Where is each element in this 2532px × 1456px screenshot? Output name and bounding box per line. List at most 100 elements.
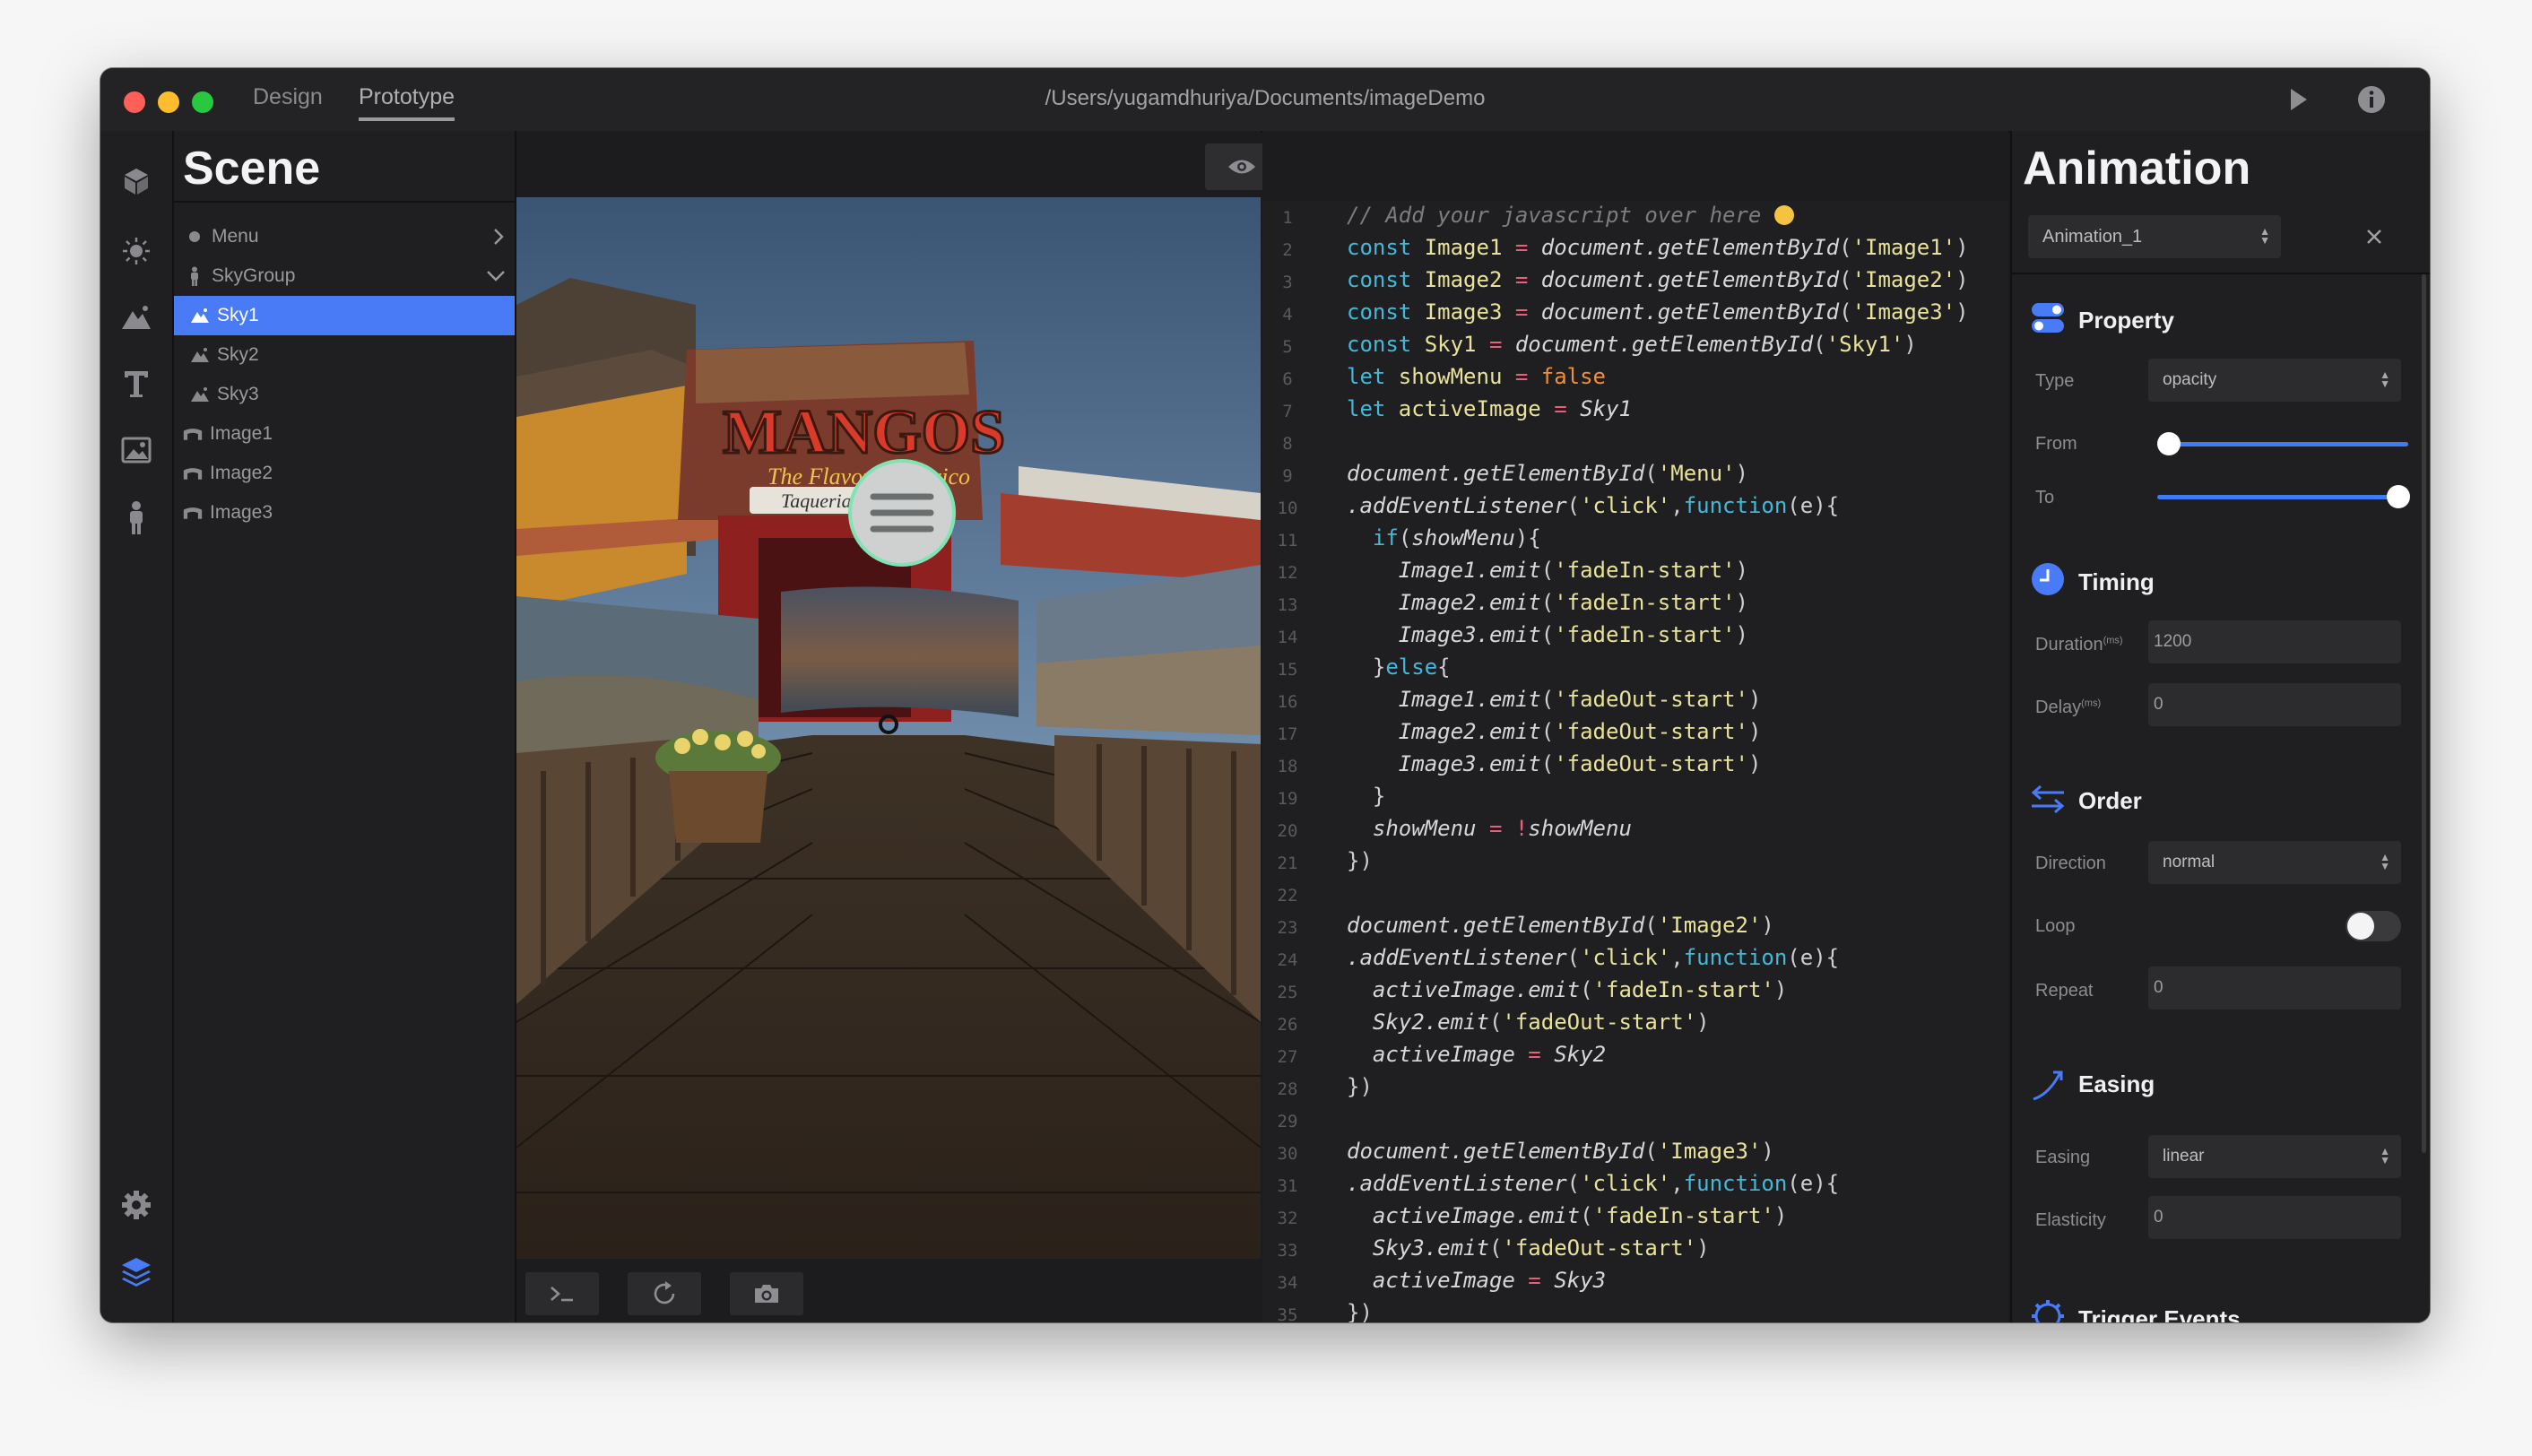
console-button[interactable] — [525, 1272, 599, 1315]
eye-icon — [1228, 160, 1255, 174]
settings-icon[interactable] — [117, 1185, 156, 1225]
line-number-gutter: 1 2 3 4 5 6 7 8 9 10 11 12 13 14 15 16 17 18 19 20 21 22 23 24 2… — [1262, 201, 1313, 1322]
person-icon[interactable] — [117, 498, 156, 538]
line-number: 34 — [1277, 1273, 1298, 1293]
tree-item-label: SkyGroup — [212, 265, 296, 286]
tool-rail — [100, 131, 174, 1322]
tree-item-menu[interactable]: Menu — [174, 217, 515, 256]
section-order: Order — [2078, 787, 2142, 814]
delay-input[interactable]: 0 — [2148, 683, 2401, 726]
screenshot-button[interactable] — [730, 1272, 803, 1315]
section-property: Property — [2078, 307, 2174, 334]
line-number: 5 — [1282, 337, 1293, 357]
duration-unit: (ms) — [2103, 635, 2123, 646]
line-number: 23 — [1277, 918, 1298, 938]
sun-icon[interactable] — [117, 231, 156, 271]
tree-item-sky3[interactable]: Sky3 — [174, 375, 515, 414]
line-number: 31 — [1277, 1176, 1298, 1196]
elasticity-label: Elasticity — [2035, 1210, 2106, 1230]
animation-title: Animation — [2023, 143, 2251, 195]
easing-value: linear — [2163, 1147, 2205, 1166]
chevron-right-icon[interactable] — [491, 228, 506, 246]
tree-item-label: Sky3 — [217, 384, 259, 404]
line-number: 1 — [1282, 208, 1293, 228]
divider — [2012, 273, 2430, 274]
line-number: 17 — [1277, 724, 1298, 744]
to-slider-knob[interactable] — [2387, 485, 2410, 508]
close-icon[interactable] — [2365, 228, 2383, 246]
scrollbar[interactable] — [2422, 274, 2426, 1153]
mountain-icon[interactable] — [117, 298, 156, 337]
from-slider[interactable] — [2157, 432, 2408, 455]
editor-header — [1262, 131, 2008, 201]
sign-text: MANGOS — [723, 398, 1005, 467]
text-icon[interactable] — [117, 364, 156, 403]
line-number: 3 — [1282, 273, 1293, 292]
cube-icon[interactable] — [117, 161, 156, 201]
camera-icon — [755, 1285, 778, 1303]
tree-item-image1[interactable]: Image1 — [174, 414, 515, 454]
delay-label: Delay(ms) — [2035, 698, 2102, 717]
tree-item-label: Image2 — [210, 463, 273, 483]
terminal-icon — [551, 1287, 573, 1302]
tree-item-sky2[interactable]: Sky2 — [174, 335, 515, 375]
file-path: /Users/yugamdhuriya/Documents/imageDemo — [1045, 86, 1486, 110]
chevron-down-icon[interactable] — [486, 269, 506, 283]
line-number: 18 — [1277, 757, 1298, 776]
tree-item-label: Image3 — [210, 502, 273, 523]
animation-select[interactable]: Animation_1 ▲ ▼ — [2028, 215, 2281, 258]
to-label: To — [2035, 488, 2055, 507]
duration-label: Duration(ms) — [2035, 635, 2123, 654]
easing-label: Easing — [2035, 1148, 2091, 1167]
scene-panel: Scene Menu SkyGroup Sky1 Sky2 Sky3 Image… — [174, 131, 516, 1322]
section-timing: Timing — [2078, 568, 2155, 595]
line-number: 16 — [1277, 692, 1298, 712]
duration-input[interactable]: 1200 — [2148, 620, 2401, 663]
tree-item-image3[interactable]: Image3 — [174, 493, 515, 533]
image-icon[interactable] — [117, 430, 156, 470]
line-number: 15 — [1277, 660, 1298, 680]
tree-item-image2[interactable]: Image2 — [174, 454, 515, 493]
type-value: opacity — [2163, 370, 2217, 389]
easing-select[interactable]: linear ▲ ▼ — [2148, 1135, 2401, 1178]
loop-toggle-knob — [2347, 913, 2374, 940]
from-label: From — [2035, 434, 2077, 454]
curved-image-icon — [183, 464, 203, 483]
section-easing: Easing — [2078, 1070, 2155, 1097]
code-editor[interactable]: 1 2 3 4 5 6 7 8 9 10 11 12 13 14 15 16 17 18 19 20 21 22 23 24 2… — [1262, 201, 2008, 1322]
tree-item-skygroup[interactable]: SkyGroup — [174, 256, 515, 296]
info-icon[interactable] — [2356, 84, 2387, 115]
line-number: 25 — [1277, 983, 1298, 1002]
tree-item-label: Image1 — [210, 423, 273, 444]
from-slider-knob[interactable] — [2157, 432, 2181, 455]
refresh-button[interactable] — [628, 1272, 701, 1315]
type-select[interactable]: opacity ▲ ▼ — [2148, 359, 2401, 402]
clock-icon — [2032, 563, 2064, 595]
loop-toggle[interactable] — [2346, 911, 2401, 941]
to-slider[interactable] — [2157, 485, 2410, 508]
elasticity-input[interactable]: 0 — [2148, 1196, 2401, 1239]
line-number: 22 — [1277, 886, 1298, 906]
loop-label: Loop — [2035, 916, 2076, 936]
layers-icon[interactable] — [117, 1252, 156, 1291]
direction-select[interactable]: normal ▲ ▼ — [2148, 841, 2401, 884]
line-number: 30 — [1277, 1144, 1298, 1164]
emoji-icon — [1773, 205, 1794, 225]
line-number: 12 — [1277, 563, 1298, 583]
tree-item-sky1[interactable]: Sky1 — [174, 296, 515, 335]
line-number: 7 — [1282, 402, 1293, 421]
viewport-bottom-bar — [516, 1263, 1261, 1322]
line-number: 27 — [1277, 1047, 1298, 1067]
line-number: 11 — [1277, 531, 1298, 550]
line-number: 2 — [1282, 240, 1293, 260]
tree-item-label: Sky2 — [217, 344, 259, 365]
play-icon[interactable] — [2283, 84, 2313, 115]
delay-unit: (ms) — [2081, 698, 2102, 709]
scene-title: Scene — [183, 143, 321, 195]
app-window: Design Prototype /Users/yugamdhuriya/Doc… — [100, 68, 2430, 1322]
animation-panel: Animation Animation_1 ▲ ▼ Property Type o… — [2010, 131, 2430, 1322]
line-number: 20 — [1277, 821, 1298, 841]
line-number: 13 — [1277, 595, 1298, 615]
repeat-input[interactable]: 0 — [2148, 966, 2401, 1010]
scene-preview[interactable]: MANGOS The Flavor of Mexico Taqueria — [516, 197, 1261, 1259]
